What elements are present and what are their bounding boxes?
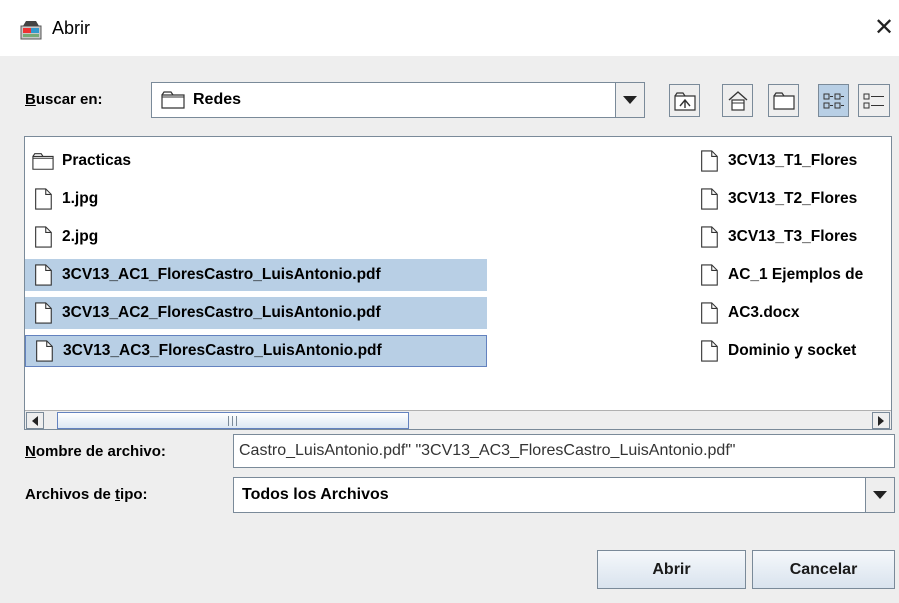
file-icon xyxy=(701,264,718,286)
dialog-content: Buscar en: Redes Practicas 1.jpg 2.jpg 3… xyxy=(0,56,899,603)
file-icon xyxy=(35,226,52,248)
filetype-label: Archivos de tipo: xyxy=(25,486,148,503)
filetype-combo[interactable]: Todos los Archivos xyxy=(233,477,895,513)
filetype-value: Todos los Archivos xyxy=(242,486,389,503)
open-button[interactable]: Abrir xyxy=(597,550,746,589)
file-icon xyxy=(35,264,52,286)
file-icon xyxy=(701,302,718,324)
file-list-item[interactable]: 3CV13_T1_Flores xyxy=(691,145,891,177)
lookin-combo[interactable]: Redes xyxy=(151,82,645,118)
close-button[interactable]: ✕ xyxy=(870,10,898,44)
up-folder-icon xyxy=(673,91,696,111)
file-icon xyxy=(35,302,52,324)
file-name: 3CV13_T3_Flores xyxy=(728,228,858,245)
folder-icon xyxy=(32,153,54,170)
file-list-item[interactable]: 3CV13_AC3_FloresCastro_LuisAntonio.pdf xyxy=(25,335,487,367)
file-name: AC_1 Ejemplos de xyxy=(728,266,864,283)
chevron-down-icon xyxy=(623,96,637,104)
scroll-right-button[interactable] xyxy=(872,412,890,429)
file-list-item[interactable]: AC3.docx xyxy=(691,297,891,329)
file-list-item[interactable]: 3CV13_AC2_FloresCastro_LuisAntonio.pdf xyxy=(25,297,487,329)
details-view-button[interactable] xyxy=(858,84,890,117)
new-folder-icon xyxy=(772,91,795,110)
lookin-label: Buscar en: xyxy=(25,91,103,108)
file-name: 3CV13_AC2_FloresCastro_LuisAntonio.pdf xyxy=(62,304,381,321)
filename-input[interactable]: Castro_LuisAntonio.pdf" "3CV13_AC3_Flore… xyxy=(233,434,895,468)
details-view-icon xyxy=(863,93,884,108)
folder-icon xyxy=(161,91,185,109)
file-list-item[interactable]: Dominio y socket xyxy=(691,335,891,367)
file-list-item[interactable]: AC_1 Ejemplos de xyxy=(691,259,891,291)
file-icon xyxy=(701,226,718,248)
file-name: 3CV13_AC1_FloresCastro_LuisAntonio.pdf xyxy=(62,266,381,283)
file-list[interactable]: Practicas 1.jpg 2.jpg 3CV13_AC1_FloresCastr… xyxy=(24,136,892,430)
file-list-item[interactable]: 2.jpg xyxy=(25,221,487,253)
arrow-right-icon xyxy=(878,415,884,426)
file-name: Dominio y socket xyxy=(728,342,857,359)
file-icon xyxy=(701,150,718,172)
file-name: 2.jpg xyxy=(62,228,99,245)
file-name: 3CV13_T1_Flores xyxy=(728,152,858,169)
file-name: 3CV13_AC3_FloresCastro_LuisAntonio.pdf xyxy=(63,342,382,359)
chevron-down-icon xyxy=(873,491,887,499)
file-name: 1.jpg xyxy=(62,190,99,207)
arrow-left-icon xyxy=(32,415,38,426)
list-view-button[interactable] xyxy=(818,84,849,117)
grip-icon xyxy=(228,416,237,426)
filename-label: Nombre de archivo: xyxy=(25,443,166,460)
file-list-item[interactable]: 3CV13_T3_Flores xyxy=(691,221,891,253)
lookin-dropdown-button[interactable] xyxy=(615,83,644,117)
list-view-icon xyxy=(823,93,844,108)
file-name: Practicas xyxy=(62,152,131,169)
new-folder-button[interactable] xyxy=(768,84,799,117)
filetype-dropdown-button[interactable] xyxy=(865,478,894,512)
file-list-item[interactable]: 3CV13_AC1_FloresCastro_LuisAntonio.pdf xyxy=(25,259,487,291)
file-icon xyxy=(36,340,53,362)
title-bar: Abrir ✕ xyxy=(0,0,899,56)
up-folder-button[interactable] xyxy=(669,84,700,117)
file-name: 3CV13_T2_Flores xyxy=(728,190,858,207)
scrollbar-thumb[interactable] xyxy=(57,412,409,429)
file-list-item[interactable]: 3CV13_T2_Flores xyxy=(691,183,891,215)
home-button[interactable] xyxy=(722,84,753,117)
file-icon xyxy=(35,188,52,210)
file-icon xyxy=(701,188,718,210)
cancel-button[interactable]: Cancelar xyxy=(752,550,895,589)
lookin-value: Redes xyxy=(193,91,242,108)
file-list-item[interactable]: 1.jpg xyxy=(25,183,487,215)
file-name: AC3.docx xyxy=(728,304,800,321)
java-app-icon xyxy=(20,21,42,40)
file-list-item[interactable]: Practicas xyxy=(25,145,487,177)
file-icon xyxy=(701,340,718,362)
scroll-left-button[interactable] xyxy=(26,412,44,429)
home-icon xyxy=(728,90,747,111)
window-title: Abrir xyxy=(52,18,91,38)
horizontal-scrollbar[interactable] xyxy=(25,410,891,429)
